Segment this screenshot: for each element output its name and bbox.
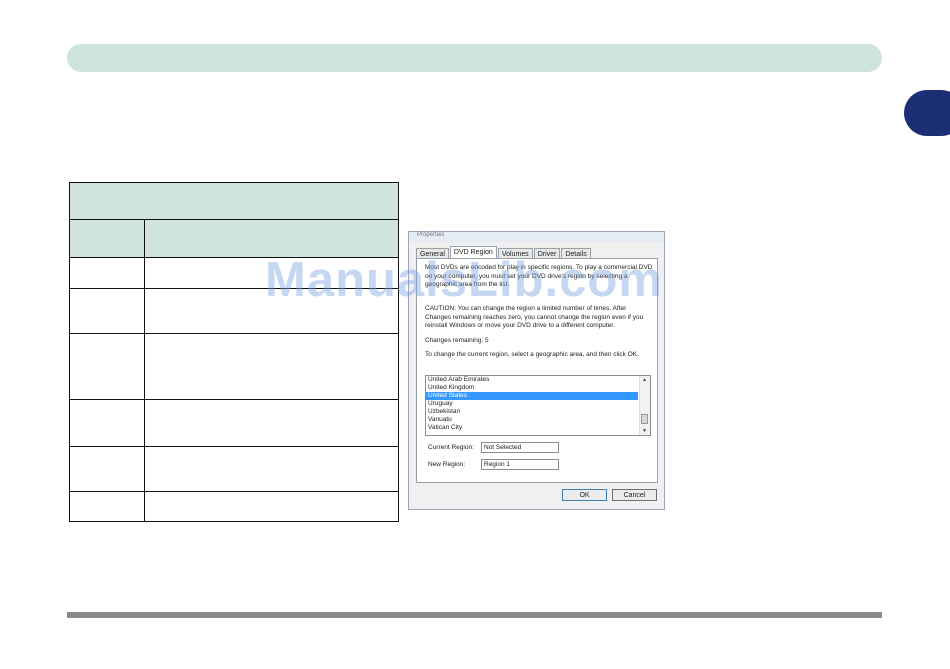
current-region-label: Current Region: [428, 444, 474, 451]
list-item[interactable]: Vatican City [426, 424, 638, 432]
region-table [69, 182, 399, 522]
list-item[interactable]: Uruguay [426, 400, 638, 408]
table-row [69, 399, 399, 447]
cancel-button[interactable]: Cancel [612, 489, 657, 501]
chapter-tab [904, 90, 950, 136]
column-header-region [69, 219, 145, 258]
new-region-label: New Region: [428, 461, 466, 468]
scroll-thumb[interactable] [641, 414, 648, 424]
watermark: ManualsLib.com [265, 253, 663, 307]
region-list-items: United Arab Emirates United Kingdom United… [426, 376, 650, 432]
list-item[interactable]: United Arab Emirates [426, 376, 638, 384]
table-header-row [69, 182, 399, 220]
header-bar [67, 44, 882, 72]
instruction-text: To change the current region, select a g… [425, 351, 639, 358]
list-item[interactable]: Vanuatu [426, 416, 638, 424]
new-region-field: Region 1 [481, 459, 559, 470]
scroll-down-icon[interactable]: ▼ [642, 428, 647, 434]
footer-bar [67, 612, 882, 618]
scroll-up-icon[interactable]: ▲ [642, 377, 647, 383]
list-item[interactable]: United States [426, 392, 638, 400]
table-row [69, 491, 399, 522]
dialog-title: Properties [417, 232, 445, 238]
table-row [69, 446, 399, 492]
table-header-cell [69, 182, 399, 220]
list-item[interactable]: Uzbekistan [426, 408, 638, 416]
changes-remaining: Changes remaining: 5 [425, 337, 489, 344]
region-list[interactable]: United Arab Emirates United Kingdom United… [425, 375, 651, 436]
table-row [69, 333, 399, 400]
current-region-field: Not Selected [481, 442, 559, 453]
caution-text: CAUTION: You can change the region a lim… [425, 305, 644, 329]
list-scrollbar[interactable]: ▲ ▼ [639, 376, 650, 435]
list-item[interactable]: United Kingdom [426, 384, 638, 392]
dialog-titlebar: Properties [409, 232, 664, 242]
ok-button[interactable]: OK [562, 489, 607, 501]
